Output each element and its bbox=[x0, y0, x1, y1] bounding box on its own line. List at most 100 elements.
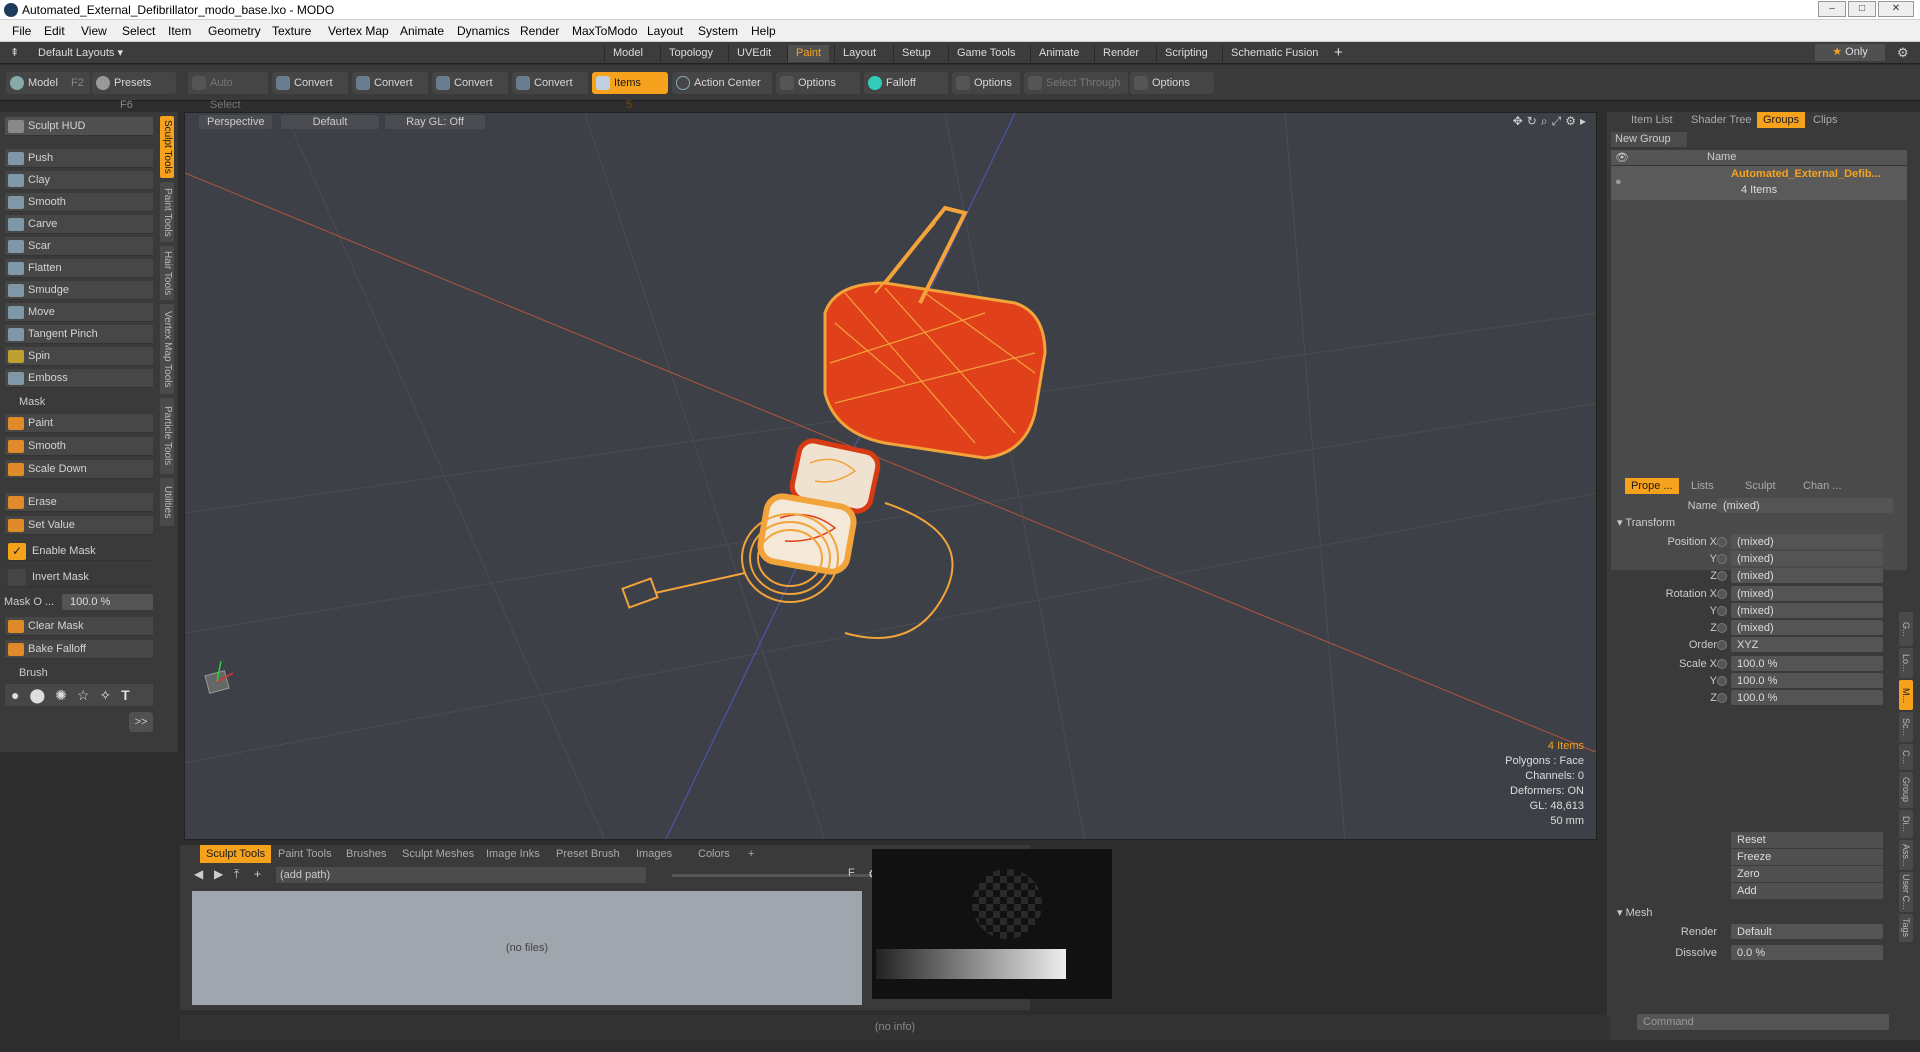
transform-row-field[interactable]: 100.0 % bbox=[1731, 673, 1883, 688]
back-arrow-icon[interactable]: ◀ bbox=[194, 867, 203, 881]
select-options-button[interactable]: Options bbox=[1130, 72, 1214, 94]
menu-view[interactable]: View bbox=[81, 24, 107, 38]
tool-scar[interactable]: Scar bbox=[5, 237, 153, 256]
tab-layout[interactable]: Layout bbox=[834, 45, 884, 62]
sculpt-hud-button[interactable]: Sculpt HUD bbox=[5, 117, 153, 136]
maximize-button[interactable]: □ bbox=[1848, 1, 1876, 17]
vtab-vertex-map-tools[interactable]: Vertex Map Tools bbox=[160, 304, 174, 394]
tab-scripting[interactable]: Scripting bbox=[1156, 45, 1216, 62]
menu-item[interactable]: Item bbox=[168, 24, 191, 38]
transform-row-field[interactable]: XYZ bbox=[1731, 637, 1883, 652]
model-button[interactable]: Model F2 bbox=[6, 72, 90, 94]
tab-model[interactable]: Model bbox=[604, 45, 651, 62]
tool-push[interactable]: Push bbox=[5, 149, 153, 168]
menu-render[interactable]: Render bbox=[520, 24, 559, 38]
tab-clips[interactable]: Clips bbox=[1807, 112, 1843, 128]
tab-image-inks[interactable]: Image Inks bbox=[480, 845, 546, 863]
tab-brushes[interactable]: Brushes bbox=[340, 845, 392, 863]
side-tab-g[interactable]: G... bbox=[1899, 612, 1913, 646]
brush-section-header[interactable]: Brush bbox=[5, 665, 153, 681]
auto-select-button[interactable]: Auto Select bbox=[188, 72, 268, 111]
tab-sculpt-tools[interactable]: Sculpt Tools bbox=[200, 845, 272, 863]
reset-dropdown[interactable]: Reset bbox=[1731, 832, 1883, 848]
tab-item-list[interactable]: Item List bbox=[1625, 112, 1679, 128]
keyframe-dot-icon[interactable] bbox=[1717, 589, 1727, 599]
transform-section-header[interactable]: ▾ Transform bbox=[1617, 516, 1675, 529]
keyframe-dot-icon[interactable] bbox=[1717, 571, 1727, 581]
transform-row-field[interactable]: (mixed) bbox=[1731, 586, 1883, 601]
menu-vertex-map[interactable]: Vertex Map bbox=[328, 24, 389, 38]
path-dropdown[interactable]: (add path) bbox=[276, 867, 646, 883]
tab-schematic-fusion[interactable]: Schematic Fusion bbox=[1222, 45, 1326, 62]
side-tab-user-c[interactable]: User C... bbox=[1899, 872, 1913, 912]
add-tab-button[interactable]: + bbox=[1334, 44, 1343, 61]
text-brush-icon[interactable]: T bbox=[121, 687, 140, 703]
forward-arrow-icon[interactable]: ▶ bbox=[214, 867, 223, 881]
action-center-button[interactable]: Action Center bbox=[672, 72, 772, 94]
tab-groups[interactable]: Groups bbox=[1757, 112, 1806, 128]
dissolve-field[interactable]: 0.0 % bbox=[1731, 945, 1883, 960]
hard-brush-icon[interactable]: ⬤ bbox=[29, 687, 55, 703]
default-layouts-dropdown[interactable]: Default Layouts ▾ bbox=[38, 46, 123, 59]
vtab-particle-tools[interactable]: Particle Tools bbox=[160, 398, 174, 474]
mask-section-header[interactable]: Mask bbox=[5, 394, 153, 410]
only-toggle[interactable]: ★ Only bbox=[1815, 44, 1885, 61]
freeze-dropdown[interactable]: Freeze bbox=[1731, 849, 1883, 865]
side-tab-di[interactable]: Di... bbox=[1899, 810, 1913, 838]
menu-select[interactable]: Select bbox=[122, 24, 155, 38]
zero-dropdown[interactable]: Zero bbox=[1731, 866, 1883, 882]
menu-maxtomodo[interactable]: MaxToModo bbox=[572, 24, 637, 38]
menu-system[interactable]: System bbox=[698, 24, 738, 38]
gear-icon[interactable]: ⚙ bbox=[1897, 45, 1909, 61]
vtab-utilities[interactable]: Utilities bbox=[160, 478, 174, 526]
set-value-button[interactable]: Set Value bbox=[5, 516, 153, 535]
convert-polygon-button[interactable]: Convert bbox=[432, 72, 508, 94]
new-group-button[interactable]: New Group bbox=[1611, 132, 1687, 147]
splat-brush-icon[interactable]: ✺ bbox=[55, 687, 77, 703]
custom-brush-icon[interactable]: ✧ bbox=[99, 687, 121, 703]
up-folder-icon[interactable]: ⤒ bbox=[234, 867, 239, 882]
side-tab-sc[interactable]: Sc... bbox=[1899, 712, 1913, 742]
enable-mask-checkbox[interactable]: ✓ Enable Mask bbox=[5, 542, 153, 561]
tool-spin[interactable]: Spin bbox=[5, 347, 153, 366]
tab-animate[interactable]: Animate bbox=[1030, 45, 1087, 62]
tool-move[interactable]: Move bbox=[5, 303, 153, 322]
add-path-icon[interactable]: + bbox=[254, 867, 261, 881]
side-tab-group[interactable]: Group bbox=[1899, 772, 1913, 808]
row-eye-icon[interactable]: ● bbox=[1615, 176, 1622, 188]
filter-button[interactable]: F bbox=[848, 867, 855, 879]
group-row[interactable]: ● Automated_External_Defib... 4 Items bbox=[1611, 166, 1907, 200]
falloff-options-button[interactable]: Options bbox=[952, 72, 1020, 94]
tab-topology[interactable]: Topology bbox=[660, 45, 721, 62]
tool-clay[interactable]: Clay bbox=[5, 171, 153, 190]
side-tab-ass[interactable]: Ass... bbox=[1899, 840, 1913, 870]
tab-sculpt-meshes[interactable]: Sculpt Meshes bbox=[396, 845, 480, 863]
tool-tangent-pinch[interactable]: Tangent Pinch bbox=[5, 325, 153, 344]
tab-uvedit[interactable]: UVEdit bbox=[728, 45, 779, 62]
side-tab-c[interactable]: C... bbox=[1899, 744, 1913, 770]
keyframe-dot-icon[interactable] bbox=[1717, 623, 1727, 633]
menu-help[interactable]: Help bbox=[751, 24, 776, 38]
action-options-button[interactable]: Options bbox=[776, 72, 860, 94]
items-button[interactable]: Items 5 bbox=[592, 72, 668, 111]
add-dropdown[interactable]: Add bbox=[1731, 883, 1883, 899]
menu-animate[interactable]: Animate bbox=[400, 24, 444, 38]
menu-dynamics[interactable]: Dynamics bbox=[457, 24, 510, 38]
menu-edit[interactable]: Edit bbox=[44, 24, 65, 38]
more-button[interactable]: >> bbox=[129, 712, 153, 732]
tab-paint-tools[interactable]: Paint Tools bbox=[272, 845, 338, 863]
invert-mask-checkbox[interactable]: Invert Mask bbox=[5, 568, 153, 587]
file-list[interactable]: (no files) bbox=[192, 891, 862, 1005]
menu-file[interactable]: File bbox=[12, 24, 31, 38]
mask-paint-button[interactable]: Paint bbox=[5, 414, 153, 433]
menu-layout[interactable]: Layout bbox=[647, 24, 683, 38]
tool-smudge[interactable]: Smudge bbox=[5, 281, 153, 300]
tab-paint[interactable]: Paint bbox=[787, 45, 830, 62]
tab-lists[interactable]: Lists bbox=[1685, 478, 1720, 494]
transform-row-field[interactable]: (mixed) bbox=[1731, 568, 1883, 583]
menu-geometry[interactable]: Geometry bbox=[208, 24, 261, 38]
mask-opacity-field[interactable]: 100.0 % bbox=[62, 594, 153, 610]
star-brush-icon[interactable]: ☆ bbox=[77, 687, 100, 703]
side-tab-tags[interactable]: Tags bbox=[1899, 914, 1913, 942]
render-dropdown[interactable]: Default bbox=[1731, 924, 1883, 939]
